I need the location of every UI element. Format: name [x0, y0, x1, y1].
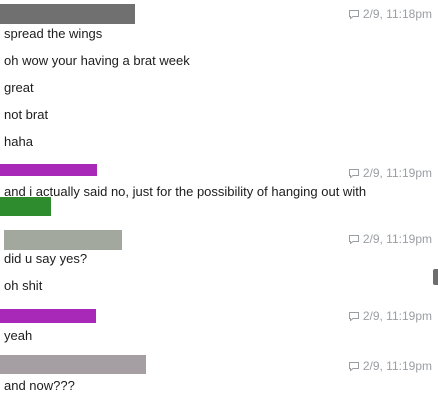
speech-bubble-icon [348, 9, 359, 19]
speech-bubble-icon [348, 168, 359, 178]
timestamp-text: 2/9, 11:19pm [362, 309, 432, 323]
speech-bubble-icon [348, 361, 359, 371]
message-timestamp: 2/9, 11:19pm [348, 166, 432, 180]
sender-name-redacted [0, 355, 146, 374]
timestamp-text: 2/9, 11:19pm [362, 166, 432, 180]
sender-name-redacted [0, 4, 135, 24]
chat-message: did u say yes? [4, 251, 88, 266]
chat-message: not brat [4, 107, 49, 122]
sender-name-redacted [0, 164, 97, 176]
chat-message: spread the wings [4, 26, 103, 41]
sender-name-redacted [4, 230, 122, 250]
chat-message: yeah [4, 328, 33, 343]
chat-thread: 2/9, 11:18pm spread the wings oh wow you… [0, 0, 438, 405]
message-timestamp: 2/9, 11:18pm [348, 7, 432, 21]
timestamp-text: 2/9, 11:19pm [362, 232, 432, 246]
speech-bubble-icon [348, 311, 359, 321]
timestamp-text: 2/9, 11:19pm [362, 359, 432, 373]
message-timestamp: 2/9, 11:19pm [348, 232, 432, 246]
message-timestamp: 2/9, 11:19pm [348, 359, 432, 373]
message-timestamp: 2/9, 11:19pm [348, 309, 432, 323]
chat-message: oh shit [4, 278, 43, 293]
timestamp-text: 2/9, 11:18pm [362, 7, 432, 21]
speech-bubble-icon [348, 234, 359, 244]
redacted-block [0, 197, 51, 216]
chat-message: and now??? [4, 378, 75, 393]
sender-name-redacted [0, 309, 96, 323]
chat-message: great [4, 80, 34, 95]
chat-message: and i actually said no, just for the pos… [4, 184, 367, 199]
scrollbar-thumb[interactable] [433, 269, 438, 285]
chat-message: haha [4, 134, 33, 149]
chat-message: oh wow your having a brat week [4, 53, 190, 68]
